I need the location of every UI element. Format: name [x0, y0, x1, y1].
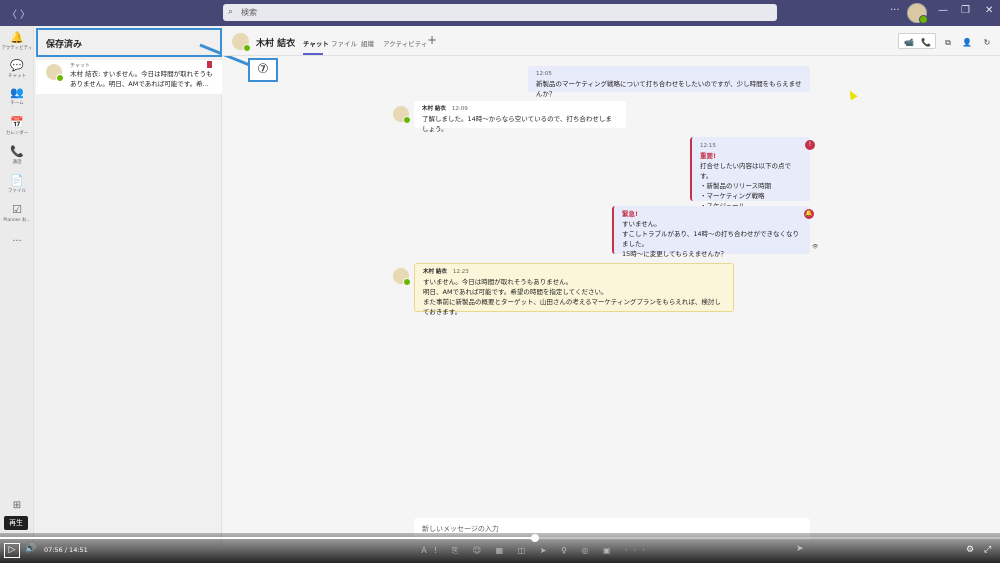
- message-bubble-sent[interactable]: 12:05 新製品のマーケティング戦略について打ち合わせをしたいのですが、少し時…: [528, 66, 810, 98]
- important-icon: !: [805, 140, 815, 150]
- contact-name: 木村 結衣: [256, 39, 296, 49]
- audio-call-icon[interactable]: 📞: [918, 36, 934, 50]
- chat-icon: 💬: [10, 59, 24, 72]
- rail-activity[interactable]: 🔔 アクティビティ: [0, 31, 34, 52]
- file-icon: 📄: [10, 174, 24, 187]
- progress-handle[interactable]: [531, 534, 539, 542]
- settings-gear-icon[interactable]: ⚙: [966, 545, 974, 555]
- message-text: 了解しました。14時～からなら空いているので、打ち合わせしましょう。: [422, 115, 612, 133]
- urgent-tag: 緊急!: [622, 210, 638, 218]
- message-line: 明日、AMであれば可能です。希望の時間を指定してください。: [423, 288, 608, 296]
- planner-icon: ☑: [12, 203, 22, 216]
- restore-button[interactable]: ❐: [961, 5, 970, 16]
- message-text: 新製品のマーケティング戦略について打ち合わせをしたいのですが、少し時間をもらえま…: [536, 80, 802, 98]
- playback-time: 07:56 / 14:51: [44, 546, 88, 554]
- rail-calendar[interactable]: 📅 カレンダー: [0, 116, 34, 137]
- message-line: 15時～に変更してもらえませんか？: [622, 250, 728, 258]
- phone-icon: 📞: [10, 145, 24, 158]
- active-tab-indicator: [303, 53, 323, 55]
- saved-message-item[interactable]: チャット 木村 結衣: すいません。今日は時間が取れそうもありません。明日、AM…: [36, 60, 222, 94]
- back-button[interactable]: 〈: [7, 6, 17, 21]
- message-line: ・マーケティング戦略: [700, 192, 765, 200]
- message-line: ・新製品のリリース時期: [700, 182, 772, 190]
- message-bubble-received-highlighted[interactable]: 木村 結衣 12:23 すいません。今日は時間が取れそうもありません。 明日、AM…: [414, 263, 734, 316]
- saved-sidebar: [34, 26, 222, 546]
- more-options-button[interactable]: ···: [890, 5, 900, 16]
- rail-planner[interactable]: ☑ Planner お...: [0, 203, 34, 224]
- callout-number: ⑦: [248, 58, 278, 82]
- saved-item-message: 木村 結衣: すいません。今日は時間が取れそうもありません。明日、AMであれば可…: [70, 70, 213, 88]
- rail-chat[interactable]: 💬 チャット: [0, 59, 34, 80]
- send-icon[interactable]: ➤: [796, 544, 804, 554]
- rail-more-button[interactable]: ···: [0, 236, 34, 247]
- search-icon: ⌕: [228, 7, 234, 17]
- message-time: 12:23: [452, 269, 469, 275]
- message-bubble-urgent[interactable]: 緊急! すいません。 すこしトラブルがあり、14時～の打ち合わせができなくなりま…: [612, 206, 810, 258]
- rail-calls[interactable]: 📞 通話: [0, 145, 34, 166]
- add-tab-button[interactable]: +: [427, 33, 437, 47]
- teams-icon: 👥: [10, 86, 24, 99]
- message-line: すこしトラブルがあり、14時～の打ち合わせができなくなりました。: [622, 230, 800, 248]
- message-bubble-important[interactable]: 12:15 重要! 打合せしたい内容は以下の点です。 ・新製品のリリース時期 ・…: [690, 137, 810, 210]
- sender-avatar[interactable]: [393, 106, 411, 124]
- popout-icon[interactable]: ⧉: [940, 36, 956, 50]
- message-sender: 木村 結衣: [422, 106, 446, 112]
- message-time: 12:05: [536, 71, 552, 77]
- saved-item-source: チャット: [70, 63, 90, 69]
- tab-activity[interactable]: アクティビティ: [383, 38, 427, 48]
- compose-toolbar[interactable]: Ａ! ⎘ ☺ ▦ ◫ ➤ ♀ ◎ ▣ ···: [420, 545, 651, 556]
- user-avatar[interactable]: [907, 3, 928, 24]
- message-line: 打合せしたい内容は以下の点です。: [700, 162, 791, 180]
- message-line: また事前に新製品の概要とターゲット、山田さんの考えるマーケティングプランをもらえ…: [423, 298, 721, 316]
- close-button[interactable]: ✕: [985, 5, 993, 16]
- contact-avatar[interactable]: [232, 33, 251, 52]
- message-sender: 木村 結衣: [423, 269, 447, 275]
- rail-files[interactable]: 📄 ファイル: [0, 174, 34, 195]
- mouse-cursor: [846, 88, 858, 101]
- bell-icon: 🔔: [10, 31, 24, 44]
- message-time: 12:09: [451, 106, 468, 112]
- tab-files[interactable]: ファイル: [331, 38, 357, 48]
- saved-title: 保存済み: [46, 40, 83, 50]
- fullscreen-icon[interactable]: ⤢: [984, 545, 991, 555]
- avatar: [46, 64, 64, 82]
- sender-avatar[interactable]: [393, 268, 411, 286]
- tab-chat[interactable]: チャット: [303, 38, 329, 48]
- tab-org[interactable]: 組織: [361, 38, 374, 48]
- important-tag: 重要!: [700, 152, 716, 160]
- progress-fill: [0, 537, 535, 539]
- volume-icon[interactable]: 🔊: [25, 544, 36, 554]
- minimize-button[interactable]: —: [938, 5, 948, 16]
- video-call-icon[interactable]: 📹: [901, 36, 917, 50]
- urgent-bell-icon: 🔔: [804, 209, 814, 219]
- seen-icon: 👁: [812, 244, 819, 250]
- message-line: すいません。: [622, 220, 661, 228]
- search-placeholder: 検索: [241, 8, 257, 17]
- message-time: 12:15: [700, 143, 716, 149]
- message-bubble-received[interactable]: 木村 結衣 12:09 了解しました。14時～からなら空いているので、打ち合わせし…: [414, 101, 626, 133]
- rail-teams[interactable]: 👥 チーム: [0, 86, 34, 107]
- apps-icon[interactable]: ⊞: [0, 500, 34, 511]
- forward-button[interactable]: 〉: [20, 6, 30, 21]
- message-line: すいません。今日は時間が取れそうもありません。: [423, 278, 573, 286]
- calendar-icon: 📅: [10, 116, 24, 129]
- play-button[interactable]: ▷: [4, 543, 20, 558]
- refresh-icon[interactable]: ↻: [979, 36, 995, 50]
- play-tooltip: 再生: [4, 516, 28, 530]
- add-people-icon[interactable]: 👤: [959, 36, 975, 50]
- search-input[interactable]: ⌕ 検索: [223, 4, 777, 21]
- bookmark-icon: [207, 61, 212, 68]
